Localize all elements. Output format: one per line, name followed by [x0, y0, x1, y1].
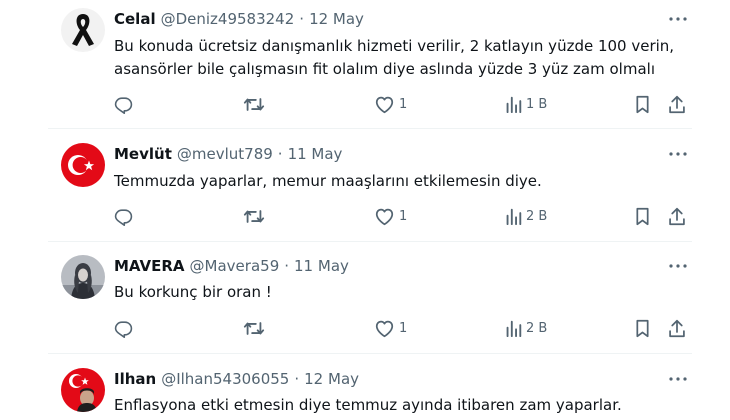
action-bar: 1 2 B — [0, 203, 730, 229]
share-button[interactable] — [668, 91, 686, 117]
tweet-date[interactable]: 12 May — [304, 370, 359, 388]
tweet-text: Bu konuda ücretsiz danışmanlık hizmeti v… — [114, 35, 674, 81]
views-button[interactable]: 1 B — [505, 91, 547, 117]
tweet-date[interactable]: 11 May — [288, 145, 343, 163]
like-count: 1 — [399, 320, 408, 336]
share-icon — [669, 95, 685, 113]
retweet-button[interactable] — [243, 315, 269, 341]
tweet-text: Temmuzda yaparlar, memur maaşlarını etki… — [114, 170, 542, 193]
turkish-flag-avatar — [61, 143, 105, 187]
retweet-icon — [243, 97, 265, 111]
divider — [48, 241, 692, 242]
divider — [48, 353, 692, 354]
author-handle[interactable]: @mevlut789 — [177, 145, 273, 163]
separator-dot: · — [299, 10, 305, 28]
author-handle[interactable]: @Mavera59 — [190, 257, 280, 275]
separator-dot: · — [277, 145, 283, 163]
action-bar: 1 2 B — [0, 315, 730, 341]
tweet-text-line: Temmuzda yaparlar, memur maaşlarını etki… — [114, 172, 542, 190]
more-icon[interactable] — [666, 255, 690, 277]
views-button[interactable]: 2 B — [505, 315, 547, 341]
views-icon — [506, 208, 522, 225]
tweet-date[interactable]: 11 May — [294, 257, 349, 275]
retweet-icon — [243, 321, 265, 335]
author-name[interactable]: Mevlüt — [114, 145, 172, 163]
view-count: 2 B — [526, 208, 548, 224]
share-button[interactable] — [668, 315, 686, 341]
avatar[interactable] — [61, 368, 105, 412]
black-ribbon-avatar — [61, 8, 105, 52]
avatar[interactable] — [61, 8, 105, 52]
bookmark-icon — [636, 319, 649, 337]
avatar[interactable] — [61, 143, 105, 187]
views-button[interactable]: 2 B — [505, 203, 547, 229]
like-count: 1 — [399, 96, 408, 112]
reply-icon — [114, 320, 133, 338]
retweet-button[interactable] — [243, 203, 269, 229]
like-button[interactable]: 1 — [374, 91, 407, 117]
bookmark-icon — [636, 207, 649, 225]
retweet-icon — [243, 209, 265, 223]
more-icon[interactable] — [666, 368, 690, 390]
bookmark-button[interactable] — [634, 203, 651, 229]
tweet-date[interactable]: 12 May — [309, 10, 364, 28]
tweet-text-line: Enflasyona etki etmesin diye temmuz ayın… — [114, 396, 622, 414]
reply-button[interactable] — [114, 91, 137, 117]
action-bar: 1 1 B — [0, 91, 730, 117]
turkish-flag-portrait-avatar — [61, 368, 105, 412]
views-icon — [506, 320, 522, 337]
share-button[interactable] — [668, 203, 686, 229]
tweet-text-line: Bu konuda ücretsiz danışmanlık hizmeti v… — [114, 37, 675, 55]
like-button[interactable]: 1 — [374, 203, 407, 229]
retweet-button[interactable] — [243, 91, 269, 117]
tweet-text: Enflasyona etki etmesin diye temmuz ayın… — [114, 394, 622, 417]
portrait-photo-avatar — [61, 255, 105, 299]
author-name[interactable]: Ilhan — [114, 370, 156, 388]
like-icon — [375, 96, 394, 113]
divider — [48, 128, 692, 129]
more-icon[interactable] — [666, 143, 690, 165]
separator-dot: · — [294, 370, 300, 388]
tweet-text-line: Bu korkunç bir oran ! — [114, 283, 272, 301]
like-icon — [375, 320, 394, 337]
tweet-text: Bu korkunç bir oran ! — [114, 281, 272, 304]
bookmark-button[interactable] — [634, 315, 651, 341]
reply-icon — [114, 208, 133, 226]
reply-button[interactable] — [114, 315, 137, 341]
like-button[interactable]: 1 — [374, 315, 407, 341]
author-handle[interactable]: @Deniz49583242 — [161, 10, 295, 28]
more-icon[interactable] — [666, 8, 690, 30]
separator-dot: · — [284, 257, 290, 275]
reply-icon — [114, 96, 133, 114]
view-count: 1 B — [526, 96, 548, 112]
views-icon — [506, 96, 522, 113]
author-handle[interactable]: @Ilhan54306055 — [161, 370, 289, 388]
share-icon — [669, 319, 685, 337]
bookmark-button[interactable] — [634, 91, 651, 117]
reply-button[interactable] — [114, 203, 137, 229]
bookmark-icon — [636, 95, 649, 113]
like-icon — [375, 208, 394, 225]
author-name[interactable]: Celal — [114, 10, 156, 28]
share-icon — [669, 207, 685, 225]
tweet-text-line: asansörler bile çalışmasın fit olalım di… — [114, 60, 655, 78]
like-count: 1 — [399, 208, 408, 224]
author-name[interactable]: MAVERA — [114, 257, 185, 275]
avatar[interactable] — [61, 255, 105, 299]
view-count: 2 B — [526, 320, 548, 336]
